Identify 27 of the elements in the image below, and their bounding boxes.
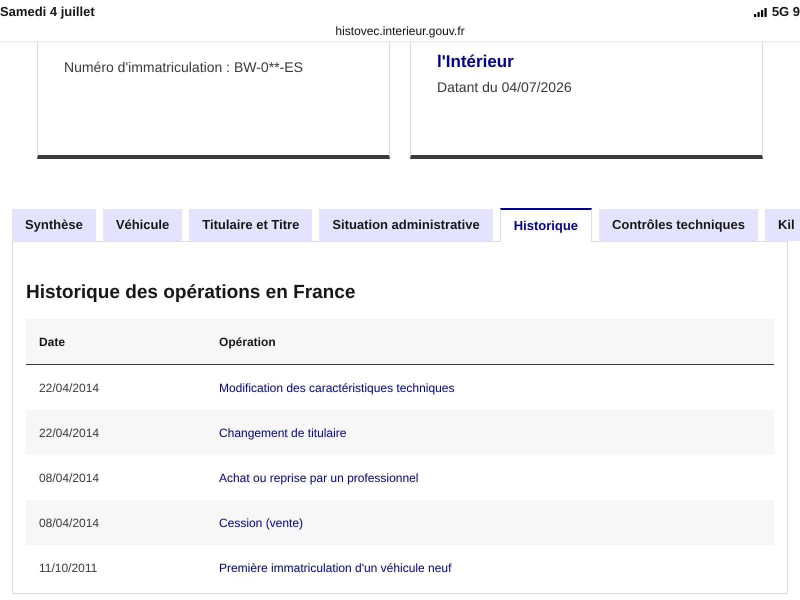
status-date: Samedi 4 juillet bbox=[0, 4, 95, 20]
column-header: Opération bbox=[218, 334, 277, 350]
column-header: Date bbox=[38, 334, 66, 350]
operation-cell-text: Achat ou reprise par un professionnel bbox=[218, 470, 420, 486]
card-description: Numéro d'immatriculation : BW-0**-ES bbox=[64, 58, 303, 77]
tab[interactable]: Kil bbox=[764, 209, 800, 241]
operation-cell-text: Première immatriculation d'un véhicule neuf bbox=[218, 560, 452, 576]
operation-cell-text: Modification des caractéristiques techniques bbox=[218, 380, 456, 396]
tab[interactable]: Synthèse bbox=[12, 209, 96, 241]
date-cell-text: 08/04/2014 bbox=[38, 514, 100, 530]
page-url[interactable]: histovec.interieur.gouv.fr bbox=[335, 24, 465, 38]
signal-icon bbox=[754, 8, 767, 16]
date-cell-text: 22/04/2014 bbox=[38, 380, 100, 396]
tab[interactable]: Historique bbox=[500, 208, 592, 242]
section-title: Historique des opérations en France bbox=[26, 281, 356, 305]
tab[interactable]: Titulaire et Titre bbox=[189, 209, 312, 241]
date-cell-text: 08/04/2014 bbox=[38, 470, 100, 486]
card-title: l'Intérieur bbox=[437, 51, 514, 73]
date-cell-text: 11/10/2011 bbox=[38, 560, 98, 576]
tab[interactable]: Situation administrative bbox=[319, 209, 493, 241]
operation-cell-text: Changement de titulaire bbox=[218, 424, 348, 440]
date-cell-text: 22/04/2014 bbox=[38, 424, 100, 440]
card-description: Datant du 04/07/2026 bbox=[437, 78, 572, 97]
operation-cell-text: Cession (vente) bbox=[218, 514, 304, 530]
network-status: 5G 9 bbox=[772, 4, 800, 20]
tab[interactable]: Véhicule bbox=[102, 209, 182, 241]
tab[interactable]: Contrôles techniques bbox=[599, 209, 758, 241]
